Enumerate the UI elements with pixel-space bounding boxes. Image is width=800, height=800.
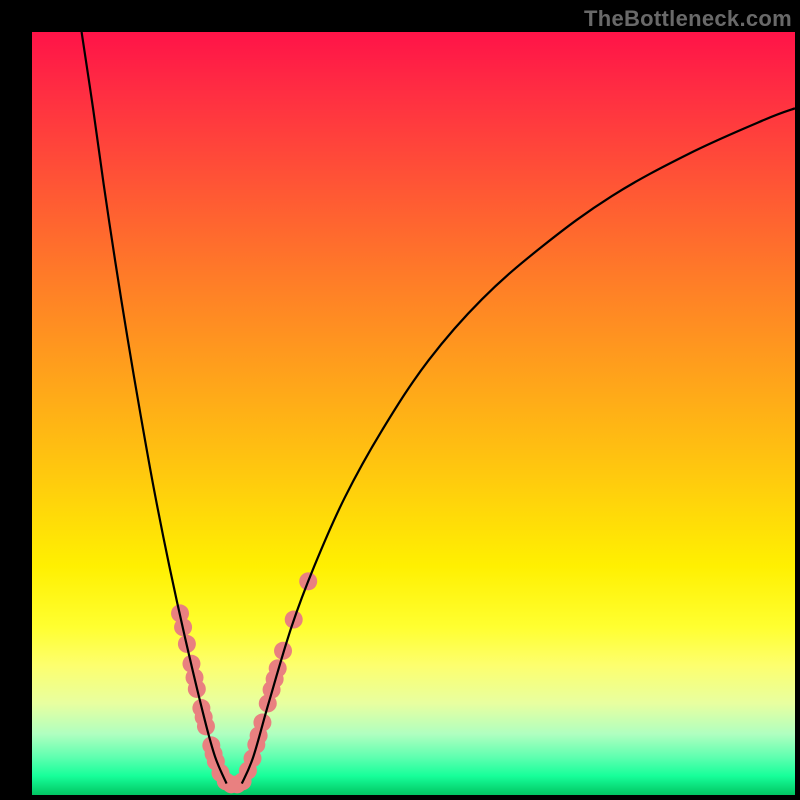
- right-curve: [242, 108, 795, 783]
- watermark-text: TheBottleneck.com: [584, 6, 792, 32]
- plot-area: [32, 32, 795, 795]
- chart-svg: [32, 32, 795, 795]
- left-curve: [82, 32, 227, 784]
- scatter-dots: [171, 572, 317, 793]
- chart-container: TheBottleneck.com: [0, 0, 800, 800]
